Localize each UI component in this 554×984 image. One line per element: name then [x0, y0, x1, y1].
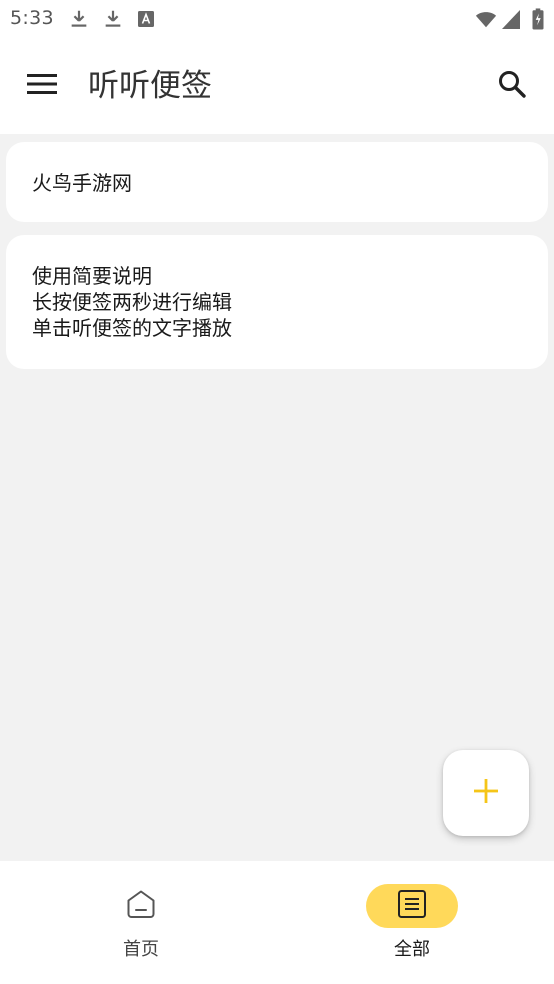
notes-list-icon: [396, 888, 428, 924]
add-note-button[interactable]: [443, 750, 529, 836]
status-bar: 5:33: [0, 0, 554, 40]
note-card[interactable]: 使用简要说明 长按便签两秒进行编辑 单击听便签的文字播放: [6, 235, 548, 369]
note-text: 火鸟手游网: [32, 171, 132, 195]
nav-item-all[interactable]: 全部: [342, 883, 482, 973]
page-title: 听听便签: [88, 68, 212, 104]
nav-label-home: 首页: [123, 939, 159, 960]
search-button[interactable]: [490, 64, 534, 108]
download-icon: [68, 8, 90, 30]
bottom-nav: 首页 全部: [0, 861, 554, 984]
note-card[interactable]: 火鸟手游网: [6, 142, 548, 222]
nav-item-home[interactable]: 首页: [71, 883, 211, 973]
nav-pill: [95, 884, 187, 928]
a-letter-icon: [137, 10, 155, 28]
battery-icon: [531, 8, 545, 30]
download-icon: [102, 8, 124, 30]
home-icon: [125, 888, 157, 924]
status-time: 5:33: [10, 7, 54, 29]
note-text: 使用简要说明 长按便签两秒进行编辑 单击听便签的文字播放: [32, 264, 232, 340]
search-icon: [497, 69, 527, 103]
menu-icon: [27, 73, 57, 99]
menu-button[interactable]: [18, 64, 66, 108]
app-bar: 听听便签: [0, 40, 554, 134]
nav-label-all: 全部: [394, 939, 430, 960]
nav-pill-selected: [366, 884, 458, 928]
signal-icon: [501, 8, 521, 30]
plus-icon: [473, 778, 499, 808]
wifi-icon: [474, 8, 498, 30]
